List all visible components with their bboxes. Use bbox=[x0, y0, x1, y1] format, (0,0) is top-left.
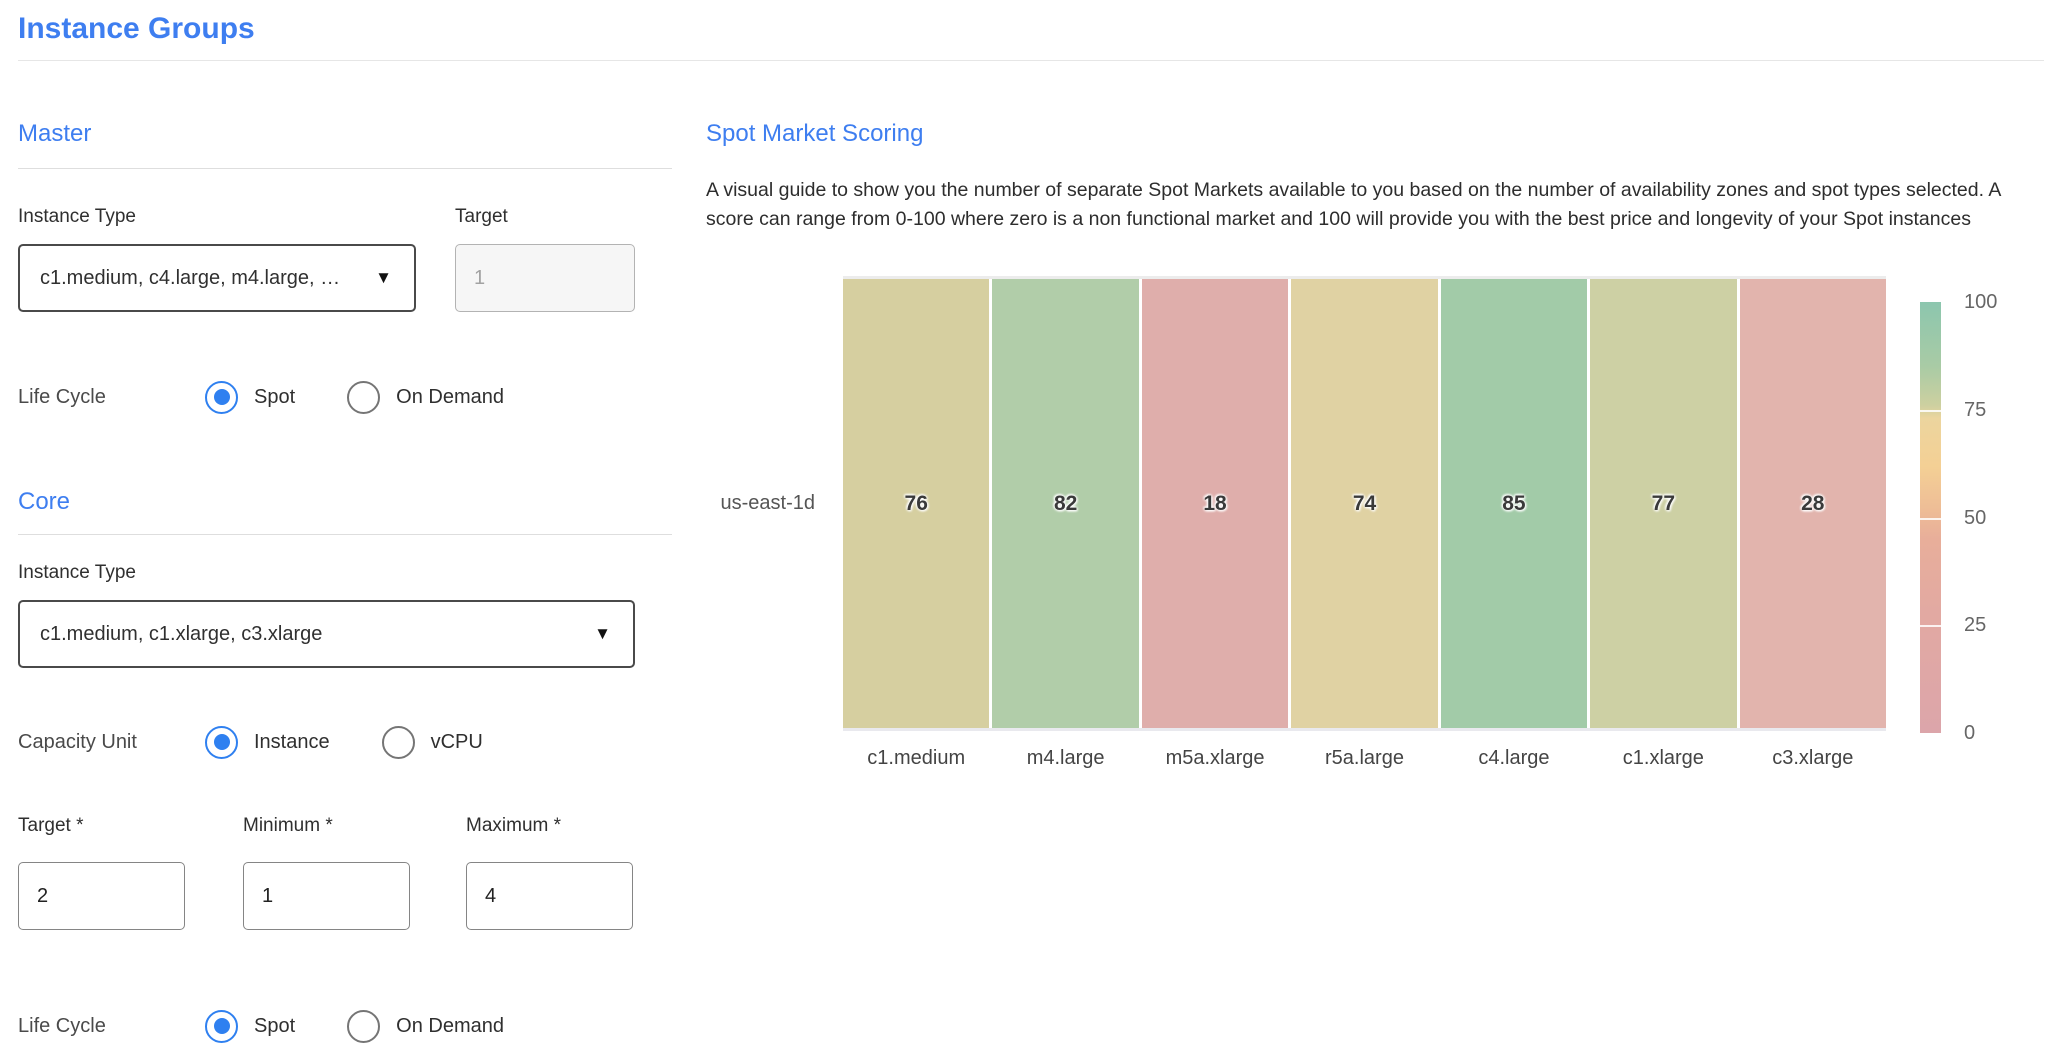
colorbar-tick-label: 0 bbox=[1964, 722, 1975, 745]
radio-selected-icon bbox=[205, 381, 238, 414]
heatmap-cell[interactable]: 28 bbox=[1740, 279, 1886, 728]
capacity-unit-option-instance[interactable]: Instance bbox=[205, 726, 330, 759]
colorbar-tick-line bbox=[1920, 410, 1941, 412]
x-axis-label: m4.large bbox=[992, 747, 1138, 770]
core-life-cycle-option-spot[interactable]: Spot bbox=[205, 1010, 295, 1043]
colorbar-tick-label: 75 bbox=[1964, 399, 1986, 422]
master-target-label: Target bbox=[455, 206, 508, 228]
heatmap-cell[interactable]: 82 bbox=[992, 279, 1138, 728]
core-life-cycle-option-on-demand[interactable]: On Demand bbox=[347, 1010, 504, 1043]
radio-selected-icon bbox=[205, 726, 238, 759]
core-instance-type-dropdown[interactable]: c1.medium, c1.xlarge, c3.xlarge ▼ bbox=[18, 600, 635, 668]
master-instance-type-value: c1.medium, c4.large, m4.large, … bbox=[40, 267, 340, 290]
capacity-unit-option-vcpu[interactable]: vCPU bbox=[382, 726, 483, 759]
master-life-cycle-label: Life Cycle bbox=[18, 386, 205, 409]
core-instance-type-value: c1.medium, c1.xlarge, c3.xlarge bbox=[40, 623, 322, 646]
core-minimum-label: Minimum * bbox=[243, 815, 333, 837]
master-instance-type-label: Instance Type bbox=[18, 206, 136, 228]
colorbar-gradient bbox=[1920, 302, 1941, 733]
core-minimum-input[interactable] bbox=[243, 862, 410, 930]
spot-market-heatmap: us-east-1d 76 82 18 74 85 77 28 c1.mediu… bbox=[706, 276, 1886, 770]
colorbar-tick-label: 50 bbox=[1964, 507, 1986, 530]
core-divider bbox=[18, 534, 672, 535]
colorbar-tick-label: 25 bbox=[1964, 614, 1986, 637]
master-divider bbox=[18, 168, 672, 169]
page-title: Instance Groups bbox=[18, 12, 255, 46]
heatmap-cell-value: 85 bbox=[1441, 492, 1587, 516]
heatmap-cell-value: 18 bbox=[1142, 492, 1288, 516]
core-target-label: Target * bbox=[18, 815, 83, 837]
core-life-cycle-label: Life Cycle bbox=[18, 1015, 205, 1038]
radio-unselected-icon bbox=[347, 381, 380, 414]
colorbar-labels: 100 75 50 25 0 bbox=[1964, 302, 2024, 733]
heatmap-cell[interactable]: 85 bbox=[1441, 279, 1587, 728]
core-maximum-input[interactable] bbox=[466, 862, 633, 930]
capacity-unit-label: Capacity Unit bbox=[18, 731, 205, 754]
x-axis-label: m5a.xlarge bbox=[1142, 747, 1288, 770]
heatmap-cell-value: 76 bbox=[843, 492, 989, 516]
heatmap-cell[interactable]: 74 bbox=[1291, 279, 1437, 728]
title-divider bbox=[18, 60, 2044, 61]
master-life-cycle-option-spot[interactable]: Spot bbox=[205, 381, 295, 414]
heatmap-cell[interactable]: 77 bbox=[1590, 279, 1736, 728]
x-axis-label: c1.xlarge bbox=[1590, 747, 1736, 770]
core-target-input[interactable] bbox=[18, 862, 185, 930]
heatmap-cell[interactable]: 76 bbox=[843, 279, 989, 728]
x-axis-label: r5a.large bbox=[1291, 747, 1437, 770]
colorbar-tick-line bbox=[1920, 625, 1941, 627]
heatmap-x-axis: c1.medium m4.large m5a.xlarge r5a.large … bbox=[843, 747, 1886, 770]
core-section-heading: Core bbox=[18, 488, 70, 516]
x-axis-label: c4.large bbox=[1441, 747, 1587, 770]
heatmap-cell-value: 82 bbox=[992, 492, 1138, 516]
core-instance-type-label: Instance Type bbox=[18, 562, 136, 584]
master-life-cycle-option-on-demand[interactable]: On Demand bbox=[347, 381, 504, 414]
chevron-down-icon: ▼ bbox=[594, 624, 611, 644]
colorbar-tick-line bbox=[1920, 518, 1941, 520]
chevron-down-icon: ▼ bbox=[375, 268, 392, 288]
master-section-heading: Master bbox=[18, 120, 91, 148]
radio-unselected-icon bbox=[382, 726, 415, 759]
heatmap-cell-value: 77 bbox=[1590, 492, 1736, 516]
x-axis-label: c3.xlarge bbox=[1740, 747, 1886, 770]
heatmap-cell-value: 28 bbox=[1740, 492, 1886, 516]
radio-selected-icon bbox=[205, 1010, 238, 1043]
spot-market-heading: Spot Market Scoring bbox=[706, 120, 923, 148]
heatmap-row-label: us-east-1d bbox=[706, 276, 843, 731]
core-maximum-label: Maximum * bbox=[466, 815, 561, 837]
x-axis-label: c1.medium bbox=[843, 747, 989, 770]
master-target-input[interactable] bbox=[455, 244, 635, 312]
master-instance-type-dropdown[interactable]: c1.medium, c4.large, m4.large, … ▼ bbox=[18, 244, 416, 312]
radio-unselected-icon bbox=[347, 1010, 380, 1043]
spot-market-description: A visual guide to show you the number of… bbox=[706, 176, 2044, 234]
heatmap-grid: 76 82 18 74 85 77 28 bbox=[843, 276, 1886, 731]
heatmap-cell[interactable]: 18 bbox=[1142, 279, 1288, 728]
colorbar-tick-label: 100 bbox=[1964, 291, 1997, 314]
heatmap-cell-value: 74 bbox=[1291, 492, 1437, 516]
